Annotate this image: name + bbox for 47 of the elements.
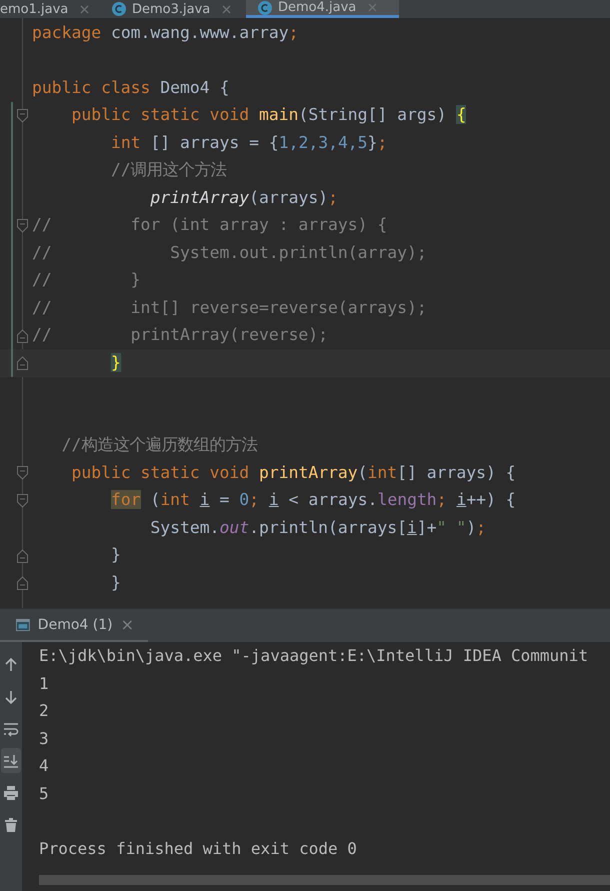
code-line: printArray(arrays);	[149, 186, 338, 209]
code-line: //构造这个遍历数组的方法	[60, 434, 258, 456]
console-line: E:\jdk\bin\java.exe "-javaagent:E:\IntelliJ IDEA Communit	[39, 645, 590, 667]
close-icon[interactable]	[368, 3, 378, 12]
fold-icon[interactable]	[17, 108, 28, 122]
console-line: 2	[39, 700, 50, 722]
printer-icon	[3, 784, 19, 800]
code-line: // printArray(reverse);	[32, 324, 328, 346]
up-arrow-icon	[3, 656, 19, 672]
down-arrow-icon	[3, 688, 19, 704]
console-line: 4	[39, 755, 50, 777]
console-icon	[16, 618, 30, 632]
soft-wrap-icon	[3, 720, 19, 736]
code-line: System.out.println(arrays[i]+" ");	[149, 516, 486, 539]
console-line: 1	[39, 672, 50, 694]
code-line: }	[110, 544, 121, 566]
fold-icon[interactable]	[17, 576, 28, 590]
close-icon[interactable]	[80, 4, 90, 14]
code-line: for (int i = 0; i < arrays.length; i++) {	[110, 489, 516, 512]
fold-icon[interactable]	[17, 218, 28, 232]
close-icon[interactable]	[222, 4, 232, 14]
code-line: }	[110, 572, 121, 594]
file-tab[interactable]: Demo3.java	[105, 0, 246, 18]
code-line: public static void main(String[] args) {	[70, 104, 466, 126]
fold-icon[interactable]	[17, 356, 28, 370]
trash-icon	[3, 816, 19, 832]
scroll-to-end-button[interactable]	[1, 748, 21, 773]
code-line: // }	[32, 269, 141, 292]
code-line: package com.wang.www.array;	[32, 22, 298, 44]
code-line: public static void printArray(int[] arrays) {	[70, 462, 516, 484]
file-tab[interactable]: Demo4.java	[246, 0, 399, 18]
code-line: int [] arrays = {1,2,3,4,5};	[110, 132, 388, 154]
fold-icon[interactable]	[17, 466, 28, 480]
console-line: 3	[39, 728, 50, 750]
console-line: 5	[39, 782, 50, 804]
code-line: // int[] reverse=reverse(arrays);	[32, 296, 427, 319]
console-line: Process finished with exit code 0	[39, 838, 358, 860]
fold-icon[interactable]	[17, 548, 28, 562]
fold-icon[interactable]	[17, 328, 28, 342]
scrollbar[interactable]	[39, 875, 610, 885]
code-line: //调用这个方法	[110, 159, 227, 182]
code-line: // System.out.println(array);	[32, 242, 427, 264]
code-line: public class Demo4 {	[32, 76, 230, 99]
fold-icon[interactable]	[17, 494, 28, 508]
file-tab[interactable]: emo1.java	[0, 0, 105, 18]
code-line: // for (int array : arrays) {	[32, 214, 388, 236]
scroll-to-end-icon	[3, 752, 19, 768]
